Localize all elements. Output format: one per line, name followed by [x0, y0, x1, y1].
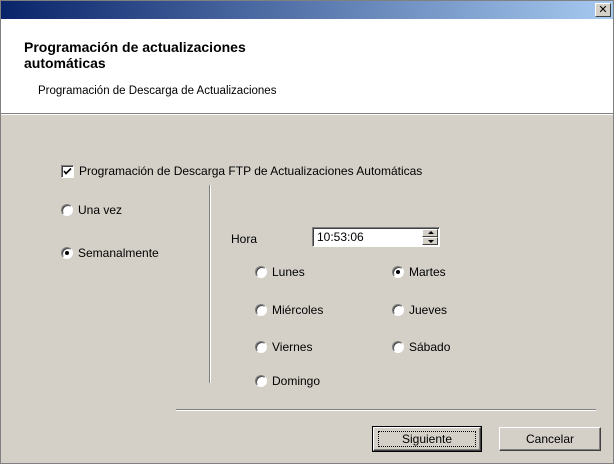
spin-up-arrow-icon[interactable] — [422, 229, 438, 237]
radio-icon — [61, 204, 73, 216]
next-button[interactable]: Siguiente — [372, 426, 482, 452]
close-button[interactable]: ✕ — [595, 3, 611, 17]
time-spinner[interactable]: 10:53:06 — [312, 227, 440, 247]
radio-icon — [255, 304, 267, 316]
enable-schedule-label: Programación de Descarga FTP de Actualiz… — [79, 164, 423, 178]
header-divider — [1, 113, 613, 115]
spin-buttons — [422, 229, 438, 245]
page-title: Programación de actualizaciones automáti… — [24, 39, 246, 71]
radio-selected-icon — [392, 266, 404, 278]
wizard-window: ✕ Programación de actualizaciones automá… — [0, 0, 614, 464]
time-input[interactable]: 10:53:06 — [317, 230, 364, 244]
check-icon — [63, 167, 72, 175]
page-subtitle: Programación de Descarga de Actualizacio… — [38, 85, 277, 97]
hora-label: Hora — [231, 232, 258, 246]
radio-icon — [255, 375, 267, 387]
footer-divider — [176, 409, 596, 411]
vertical-divider — [209, 185, 211, 383]
radio-icon — [255, 266, 267, 278]
wizard-header: Programación de actualizaciones automáti… — [1, 19, 613, 113]
title-bar[interactable]: ✕ — [1, 1, 613, 19]
radio-icon — [392, 304, 404, 316]
radio-icon — [392, 341, 404, 353]
cancel-button[interactable]: Cancelar — [499, 427, 601, 451]
checkbox-box[interactable] — [61, 165, 74, 178]
radio-icon — [255, 341, 267, 353]
radio-selected-icon — [61, 247, 73, 259]
close-icon: ✕ — [598, 3, 608, 16]
spin-down-arrow-icon[interactable] — [422, 237, 438, 245]
